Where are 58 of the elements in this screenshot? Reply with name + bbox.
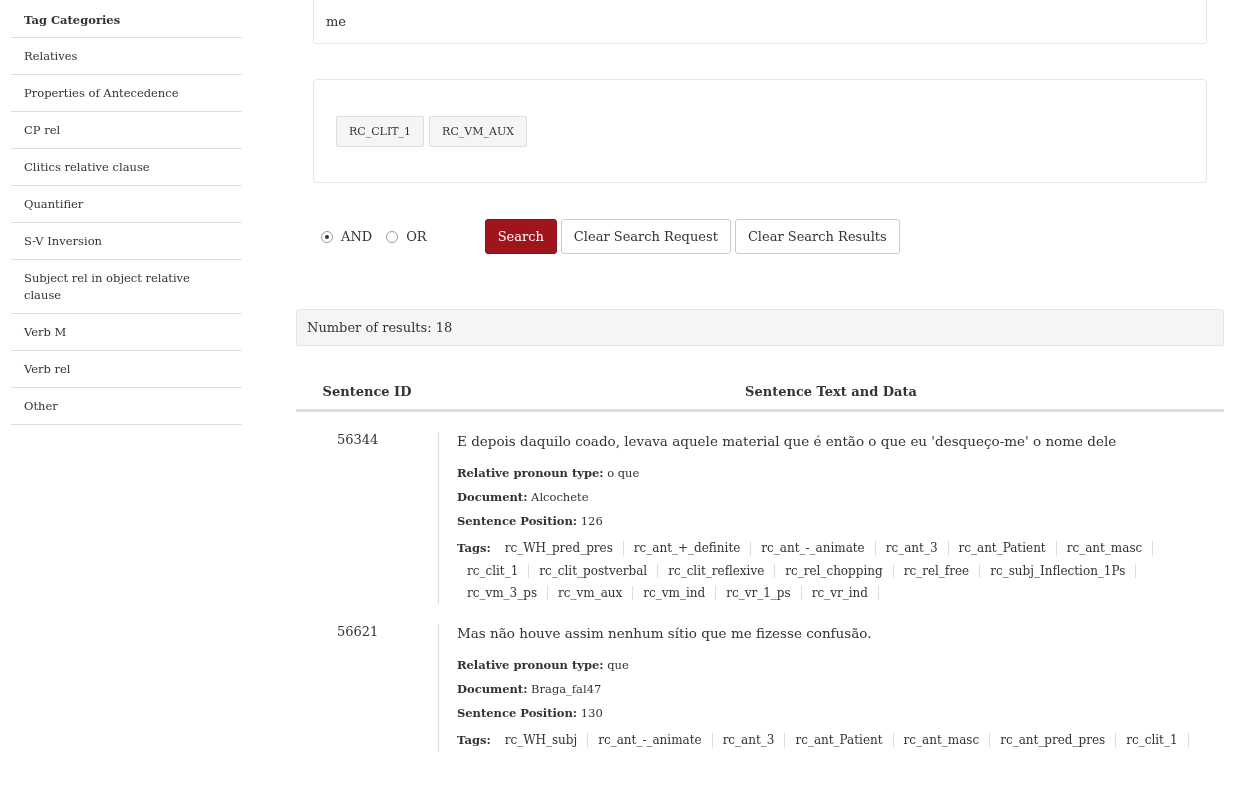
sidebar-item[interactable]: Other	[11, 388, 242, 425]
tag-link[interactable]: rc_vr_1_ps	[716, 586, 802, 600]
button[interactable]: Search	[484, 219, 557, 254]
tag-link[interactable]: rc_rel_free	[893, 564, 981, 578]
tag-link[interactable]: rc_ant_Patient	[785, 733, 894, 748]
tag-link[interactable]: rc_ant_pred_pres	[990, 733, 1117, 748]
tag-link[interactable]: rc_clit_1	[1116, 733, 1189, 748]
tag-link[interactable]: rc_clit_reflexive	[658, 564, 776, 578]
tag-link[interactable]: rc_ant_3	[712, 733, 786, 748]
button[interactable]: Clear Search Request	[560, 219, 731, 254]
tag-chip[interactable]: RC_VM_AUX	[429, 115, 528, 147]
sidebar-item[interactable]: Relatives	[11, 38, 242, 75]
tags-label: Tags:	[457, 732, 491, 749]
button[interactable]: Clear Search Results	[734, 219, 900, 254]
tag-link[interactable]: rc_ant_+_definite	[623, 541, 752, 556]
data-field: Sentence Position: 126	[457, 514, 1224, 528]
tag-link[interactable]: rc_ant_masc	[1056, 541, 1154, 556]
sidebar-title: Tag Categories	[11, 0, 242, 38]
sentence-id: 56344	[336, 432, 380, 449]
sidebar-item[interactable]: CP rel	[11, 112, 242, 149]
sentence-text: E depois daquilo coado, levava aquele material que é então o que eu 'desqueço-me' o nome dele	[457, 432, 1118, 451]
tag-link[interactable]: rc_vm_aux	[548, 586, 634, 600]
sidebar-item[interactable]: Clitics relative clause	[11, 149, 242, 186]
tag-link[interactable]: rc_WH_subj	[494, 733, 589, 748]
sentence-id: 56621	[336, 624, 380, 641]
tag-link[interactable]: rc_ant_Patient	[948, 541, 1057, 556]
column-header: Sentence Text and Data	[744, 384, 918, 399]
tags-label: Tags:	[457, 540, 491, 557]
tag-chip[interactable]: RC_CLIT_1	[336, 115, 425, 147]
sidebar-item[interactable]: Quantifier	[11, 186, 242, 223]
tag-link[interactable]: rc_ant_-_animate	[751, 541, 876, 556]
data-field: Document: Alcochete	[457, 490, 1224, 504]
sidebar-item[interactable]: Verb M	[11, 314, 242, 351]
search-field[interactable]: me	[313, 0, 1207, 44]
sidebar-item[interactable]: Verb rel	[11, 351, 242, 388]
sidebar-item[interactable]: S-V Inversion	[11, 223, 242, 260]
tag-link[interactable]: rc_ant_3	[875, 541, 949, 556]
sidebar-item[interactable]: Subject rel in object relative clause	[11, 260, 242, 314]
tag-link[interactable]: rc_clit_1	[457, 564, 530, 578]
tag-link[interactable]: rc_WH_pred_pres	[494, 541, 624, 556]
tag-link[interactable]: rc_ant_masc	[893, 733, 991, 748]
column-header: Sentence ID	[321, 384, 413, 399]
sentence-text: Mas não houve assim nenhum sítio que me fizesse confusão.	[457, 624, 873, 643]
radio-label: AND	[341, 229, 373, 244]
tag-link[interactable]: rc_vr_ind	[801, 586, 879, 600]
tag-link[interactable]: rc_clit_postverbal	[529, 564, 659, 578]
tag-link[interactable]: rc_vm_3_ps	[457, 586, 549, 600]
data-field: Relative pronoun type: o que	[457, 466, 1224, 480]
data-field: Document: Braga_fal47	[457, 682, 1224, 696]
tag-link[interactable]: rc_subj_Inflection_1Ps	[980, 564, 1137, 578]
tag-link[interactable]: rc_rel_chopping	[775, 564, 894, 578]
sidebar-item[interactable]: Properties of Antecedence	[11, 75, 242, 112]
results-count: Number of results: 18	[307, 320, 453, 335]
tag-link[interactable]: rc_vm_ind	[633, 586, 717, 600]
data-field: Sentence Position: 130	[457, 706, 1224, 720]
radio-label: OR	[406, 229, 427, 244]
data-field: Relative pronoun type: que	[457, 658, 1224, 672]
tag-link[interactable]: rc_ant_-_animate	[588, 733, 713, 748]
